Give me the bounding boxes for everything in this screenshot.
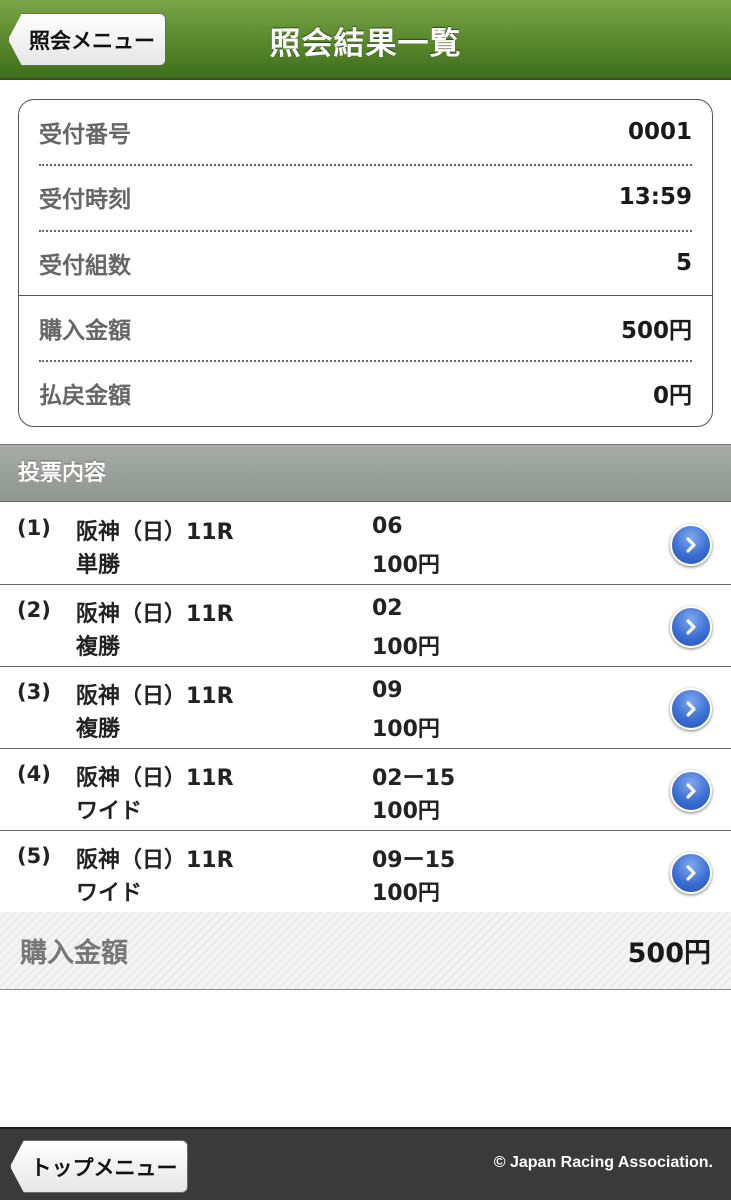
receipt-sets-label: 受付組数 [39,253,131,279]
payout-amount-label: 払戻金額 [39,383,131,409]
receipt-number-label: 受付番号 [39,122,131,148]
receipt-sets-value: 5 [675,250,692,276]
receipt-time-value: 13:59 [618,184,692,210]
bet-type: 単勝 [76,553,121,578]
receipt-sets-row: 受付組数 5 [39,231,692,295]
copyright-text: © Japan Racing Association. [493,1154,713,1171]
purchase-amount-label: 購入金額 [39,318,131,344]
bet-horse-numbers: 02ー15 [372,766,456,791]
bet-horse-numbers: 09 [372,678,403,703]
bet-type: ワイド [76,799,143,824]
bet-race: 阪神（日）11R [76,766,234,791]
bet-row[interactable]: (2) 阪神（日）11R 複勝 02 100円 [0,585,731,667]
bet-race: 阪神（日）11R [76,848,234,873]
page-title: 照会結果一覧 [269,26,462,62]
bet-amount: 100円 [372,799,440,824]
purchase-amount-value: 500円 [620,318,692,344]
chevron-right-icon[interactable] [670,524,712,566]
chevron-right-icon[interactable] [670,770,712,812]
receipt-number-value: 0001 [627,119,692,145]
chevron-right-icon[interactable] [670,606,712,648]
chevron-right-icon[interactable] [670,688,712,730]
receipt-time-row: 受付時刻 13:59 [39,165,692,229]
payout-amount-value: 0円 [652,383,692,409]
bet-row[interactable]: (1) 阪神（日）11R 単勝 06 100円 [0,503,731,585]
receipt-time-label: 受付時刻 [39,187,131,213]
bet-number: (4) [17,762,51,786]
total-value: 500円 [627,938,711,969]
bet-row[interactable]: (5) 阪神（日）11R ワイド 09ー15 100円 [0,831,731,913]
bet-horse-numbers: 02 [372,596,403,621]
bet-race: 阪神（日）11R [76,520,234,545]
bet-type: ワイド [76,881,143,906]
top-menu-button[interactable]: トップメニュー [10,1140,188,1193]
bet-horse-numbers: 06 [372,514,403,539]
navigation-bar: 照会メニュー 照会結果一覧 [0,0,731,80]
bet-number: (5) [17,844,51,868]
bet-race: 阪神（日）11R [76,684,234,709]
receipt-info-panel: 受付番号 0001 受付時刻 13:59 受付組数 5 購入金額 500円 払戻… [18,99,713,427]
purchase-amount-row: 購入金額 500円 [39,296,692,360]
bet-number: (3) [17,680,51,704]
bet-amount: 100円 [372,881,440,906]
bet-race: 阪神（日）11R [76,602,234,627]
bet-number: (1) [17,516,51,540]
total-bar: 購入金額 500円 [0,912,731,990]
bet-number: (2) [17,598,51,622]
bet-type: 複勝 [76,635,121,660]
bet-horse-numbers: 09ー15 [372,848,456,873]
footer-bar: トップメニュー © Japan Racing Association. [0,1127,731,1200]
bet-type: 複勝 [76,717,121,742]
bet-amount: 100円 [372,635,440,660]
chevron-right-icon[interactable] [670,852,712,894]
bet-amount: 100円 [372,553,440,578]
total-label: 購入金額 [20,938,128,969]
bet-row[interactable]: (3) 阪神（日）11R 複勝 09 100円 [0,667,731,749]
bet-row[interactable]: (4) 阪神（日）11R ワイド 02ー15 100円 [0,749,731,831]
bet-amount: 100円 [372,717,440,742]
receipt-number-row: 受付番号 0001 [39,100,692,164]
section-header: 投票内容 [0,444,731,502]
top-menu-button-label: トップメニュー [30,1155,178,1180]
payout-amount-row: 払戻金額 0円 [39,361,692,425]
